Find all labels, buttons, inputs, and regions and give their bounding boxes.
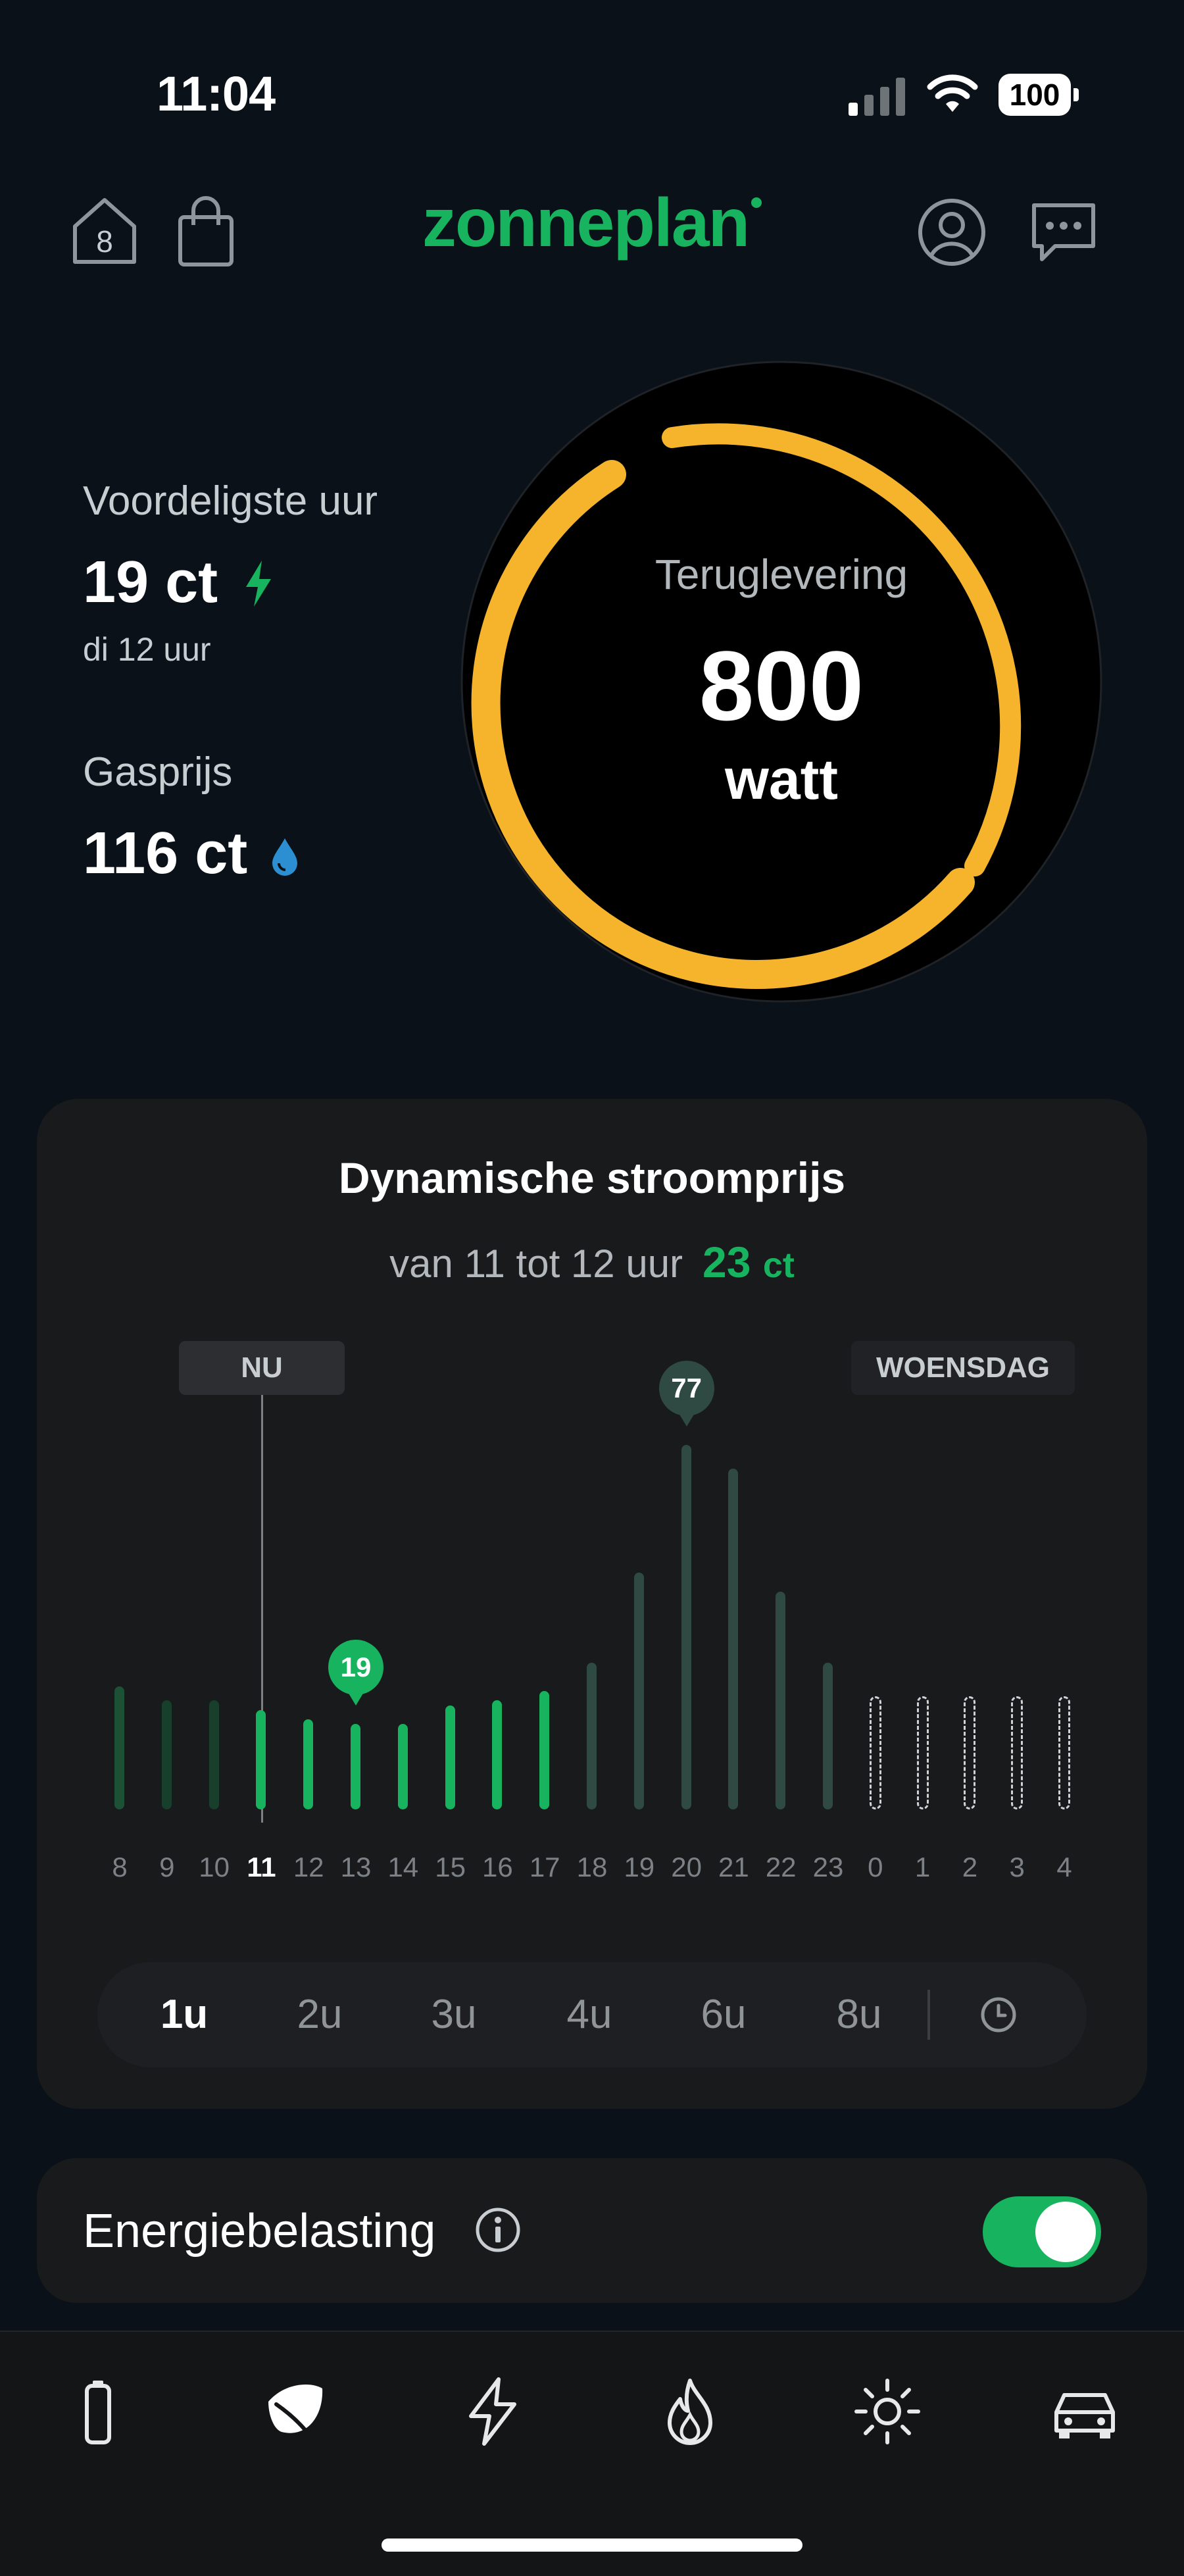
gauge-value: 800 xyxy=(699,630,864,741)
bolt-icon[interactable] xyxy=(456,2375,529,2448)
price-bar-20[interactable] xyxy=(681,1444,691,1809)
price-bar-16[interactable] xyxy=(492,1700,503,1809)
x-tick-1: 1 xyxy=(914,1852,931,1882)
x-tick-14: 14 xyxy=(387,1852,419,1882)
price-range-text: van 11 tot 12 uur xyxy=(389,1242,683,1286)
x-tick-13: 13 xyxy=(340,1852,372,1882)
x-tick-23: 23 xyxy=(812,1852,844,1882)
gauge-unit: watt xyxy=(725,748,838,811)
segment-8u[interactable]: 8u xyxy=(813,1962,905,2067)
x-tick-21: 21 xyxy=(718,1852,749,1882)
x-tick-11: 11 xyxy=(247,1852,276,1882)
x-tick-9: 9 xyxy=(159,1852,175,1882)
x-tick-22: 22 xyxy=(765,1852,797,1882)
status-time: 11:04 xyxy=(157,66,276,121)
price-bar-8[interactable] xyxy=(114,1686,124,1809)
price-bar-10[interactable] xyxy=(209,1700,219,1809)
energy-tax-label: Energiebelasting xyxy=(83,2205,436,2258)
sun-icon[interactable] xyxy=(851,2375,924,2448)
price-bar-2[interactable] xyxy=(964,1696,976,1809)
battery-status-icon: 100 xyxy=(999,74,1080,116)
price-bar-11[interactable] xyxy=(256,1709,266,1809)
price-bar-0[interactable] xyxy=(869,1696,881,1809)
now-marker-label: NU xyxy=(179,1341,345,1395)
price-bar-13[interactable] xyxy=(351,1724,360,1809)
cheapest-hour-when: di 12 uur xyxy=(83,631,211,668)
x-tick-18: 18 xyxy=(576,1852,608,1882)
x-tick-0: 0 xyxy=(868,1852,883,1882)
info-icon[interactable] xyxy=(475,2207,521,2253)
price-bar-14[interactable] xyxy=(397,1724,408,1809)
price-bar-1[interactable] xyxy=(916,1696,929,1809)
price-bar-21[interactable] xyxy=(728,1468,739,1809)
price-bar-18[interactable] xyxy=(587,1662,597,1809)
segment-2u[interactable]: 2u xyxy=(274,1962,366,2067)
gauge-label: Teruglevering xyxy=(654,551,908,598)
price-bar-22[interactable] xyxy=(776,1591,786,1809)
price-bar-9[interactable] xyxy=(161,1700,172,1809)
x-tick-15: 15 xyxy=(435,1852,466,1882)
energy-tax-toggle[interactable] xyxy=(983,2196,1101,2267)
chat-icon[interactable] xyxy=(1027,196,1100,268)
gas-price-label: Gasprijs xyxy=(83,749,233,795)
clock-icon[interactable] xyxy=(979,1995,1018,2034)
battery-icon[interactable] xyxy=(62,2375,134,2448)
segment-1u[interactable]: 1u xyxy=(138,1962,230,2067)
segment-6u[interactable]: 6u xyxy=(678,1962,770,2067)
segment-3u[interactable]: 3u xyxy=(408,1962,500,2067)
car-icon[interactable] xyxy=(1048,2375,1121,2448)
gas-drop-icon xyxy=(272,838,297,876)
price-card-subtitle: van 11 tot 12 uur 23 ct xyxy=(37,1237,1147,1287)
wifi-icon xyxy=(927,74,978,112)
price-bar-3[interactable] xyxy=(1011,1696,1024,1809)
account-icon[interactable] xyxy=(916,196,988,268)
price-bar-23[interactable] xyxy=(823,1662,833,1809)
current-price: 23 ct xyxy=(703,1238,795,1286)
highest-price-pin: 77 xyxy=(658,1360,714,1427)
lowest-price-pin: 19 xyxy=(328,1640,383,1706)
x-tick-8: 8 xyxy=(112,1852,128,1882)
cheapest-hour-label: Voordeligste uur xyxy=(83,478,378,524)
price-bar-17[interactable] xyxy=(539,1691,550,1809)
price-bar-19[interactable] xyxy=(633,1573,644,1809)
cheapest-hour-price: 19 ct xyxy=(83,549,218,615)
x-tick-16: 16 xyxy=(482,1852,513,1882)
cellular-signal-icon xyxy=(849,78,906,116)
gas-price-value: 116 ct xyxy=(83,821,248,886)
segment-4u[interactable]: 4u xyxy=(543,1962,635,2067)
segment-divider xyxy=(927,1990,930,2040)
day-label: WOENSDAG xyxy=(851,1341,1075,1395)
x-tick-2: 2 xyxy=(962,1852,978,1882)
battery-level: 100 xyxy=(999,74,1071,116)
x-tick-12: 12 xyxy=(293,1852,324,1882)
price-bar-12[interactable] xyxy=(303,1719,314,1809)
zonneplan-logo: zonneplan xyxy=(0,184,1184,263)
x-tick-19: 19 xyxy=(624,1852,655,1882)
flame-icon[interactable] xyxy=(654,2375,726,2448)
x-tick-4: 4 xyxy=(1056,1852,1072,1882)
leaf-icon[interactable] xyxy=(259,2375,332,2448)
price-card-title: Dynamische stroomprijs xyxy=(338,1153,846,1202)
price-bar-4[interactable] xyxy=(1058,1696,1070,1809)
x-tick-20: 20 xyxy=(671,1852,702,1882)
x-tick-17: 17 xyxy=(529,1852,560,1882)
x-tick-3: 3 xyxy=(1009,1852,1025,1882)
bolt-icon xyxy=(246,561,271,607)
home-indicator xyxy=(382,2538,802,2552)
x-tick-10: 10 xyxy=(199,1852,230,1882)
price-bar-15[interactable] xyxy=(445,1705,455,1809)
